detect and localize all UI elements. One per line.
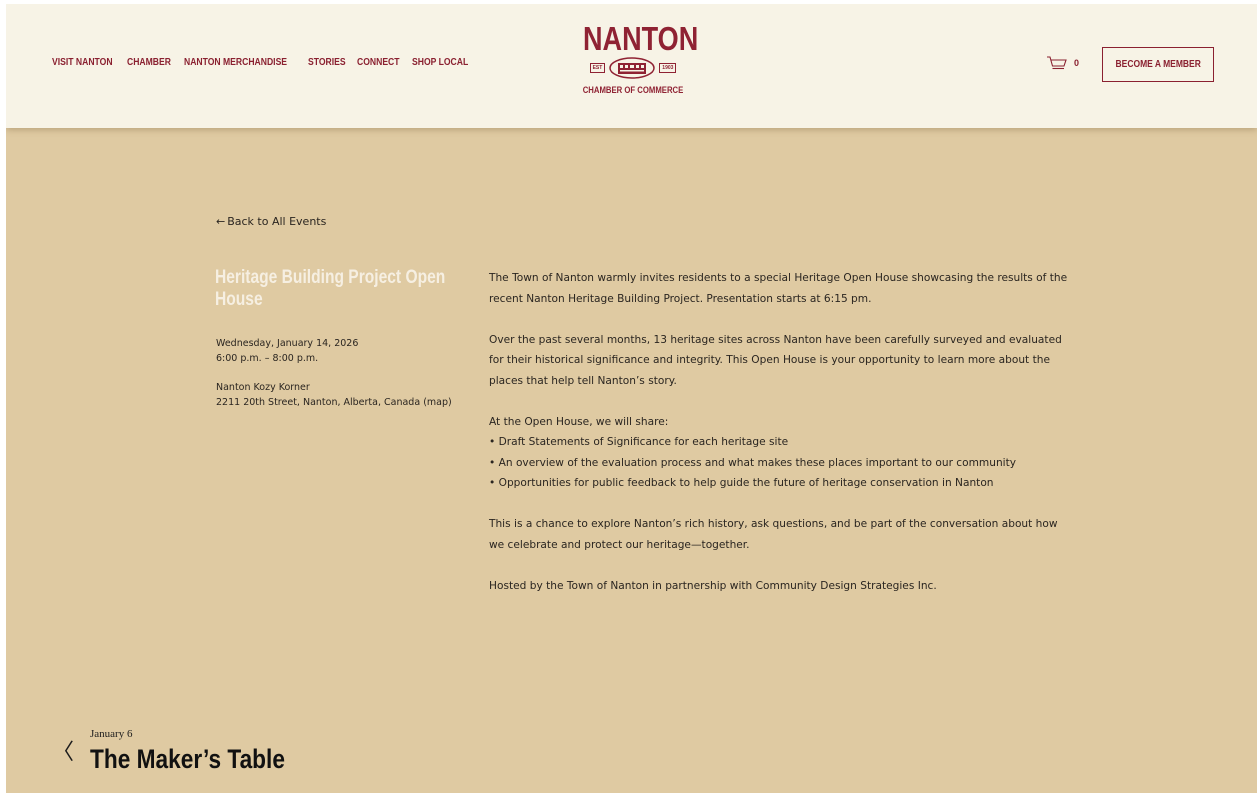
- logo-emblem: EST 1903: [572, 57, 694, 79]
- event-title: Heritage Building Project Open House: [215, 267, 446, 310]
- event-venue: Nanton Kozy Korner: [216, 382, 310, 393]
- building-emblem-icon: [609, 57, 656, 79]
- description-paragraph: The Town of Nanton warmly invites reside…: [489, 272, 1068, 305]
- event-description: The Town of Nanton warmly invites reside…: [489, 268, 1069, 617]
- previous-event-text: January 6 The Maker’s Table: [90, 728, 322, 775]
- previous-event-date: January 6: [90, 728, 133, 740]
- description-bullet: • An overview of the evaluation process …: [489, 456, 1017, 469]
- nav-nanton-merchandise[interactable]: NANTON MERCHANDISE: [184, 57, 287, 68]
- logo-wordmark: NANTON: [582, 20, 699, 57]
- cart-count: 0: [1074, 58, 1080, 68]
- description-paragraph: Over the past several months, 13 heritag…: [489, 333, 1062, 387]
- nav-chamber[interactable]: CHAMBER: [127, 57, 171, 68]
- event-date: Wednesday, January 14, 2026: [216, 338, 359, 349]
- logo-subtitle: CHAMBER OF COMMERCE: [582, 85, 684, 95]
- description-list-intro: At the Open House, we will share:: [489, 415, 669, 428]
- event-meta: Wednesday, January 14, 2026 6:00 p.m. – …: [216, 336, 471, 410]
- back-arrow-icon: ←: [216, 215, 226, 228]
- logo-est-tag: EST: [589, 63, 606, 73]
- nav-shop-local[interactable]: SHOP LOCAL: [412, 57, 468, 68]
- logo-year-tag: 1903: [659, 63, 677, 73]
- map-link[interactable]: (map): [423, 397, 452, 408]
- become-member-button[interactable]: BECOME A MEMBER: [1102, 47, 1214, 82]
- description-bullet: • Draft Statements of Significance for e…: [489, 436, 789, 448]
- page-frame: VISIT NANTON CHAMBER NANTON MERCHANDISE …: [6, 4, 1257, 793]
- cart-button[interactable]: 0: [1046, 55, 1079, 71]
- back-link-label: Back to All Events: [227, 215, 327, 228]
- event-address-line: 2211 20th Street, Nanton, Alberta, Canad…: [216, 395, 471, 410]
- event-time: 6:00 p.m. – 8:00 p.m.: [216, 353, 319, 364]
- nav-stories[interactable]: STORIES: [308, 57, 346, 68]
- previous-event-link[interactable]: 〈 January 6 The Maker’s Table: [52, 728, 322, 775]
- event-address: 2211 20th Street, Nanton, Alberta, Canad…: [216, 397, 421, 408]
- previous-event-title: The Maker’s Table: [90, 744, 285, 774]
- nav-connect[interactable]: CONNECT: [357, 57, 400, 68]
- chevron-left-icon: 〈: [52, 740, 75, 765]
- description-list-block: At the Open House, we will share: • Draf…: [489, 412, 1069, 494]
- main-nav: VISIT NANTON CHAMBER NANTON MERCHANDISE …: [52, 57, 471, 68]
- site-logo[interactable]: NANTON EST 1903 CHAMBER OF COMMERCE: [572, 20, 699, 106]
- back-to-events-link[interactable]: ← Back to All Events: [216, 215, 326, 228]
- become-member-label: BECOME A MEMBER: [1115, 59, 1201, 70]
- site-header: VISIT NANTON CHAMBER NANTON MERCHANDISE …: [6, 4, 1257, 128]
- description-bullet: • Opportunities for public feedback to h…: [489, 477, 994, 489]
- description-paragraph: This is a chance to explore Nanton’s ric…: [489, 518, 1058, 551]
- description-paragraph: Hosted by the Town of Nanton in partners…: [489, 579, 937, 592]
- nav-visit-nanton[interactable]: VISIT NANTON: [52, 57, 113, 68]
- cart-icon: [1047, 56, 1067, 70]
